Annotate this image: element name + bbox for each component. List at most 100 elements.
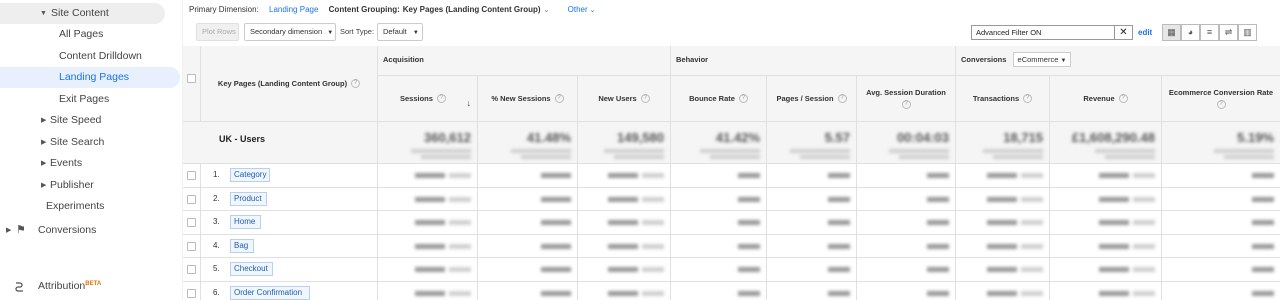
dimension-column-header[interactable]: Key Pages (Landing Content Group)? — [201, 46, 378, 122]
row-number: 2. — [213, 193, 220, 203]
sidebar-item-attribution[interactable]: AttributionBETA — [0, 276, 165, 297]
obscured-value — [738, 289, 760, 298]
obscured-value — [828, 289, 850, 298]
obscured-value — [828, 195, 850, 204]
row-dimension-link[interactable]: Checkout — [230, 262, 273, 276]
col-header-new-sessions[interactable]: % New Sessions? — [478, 76, 578, 122]
total-cell: 41.48% — [478, 122, 578, 164]
caret-down-icon: ▼ — [412, 30, 419, 36]
col-header-label: Ecommerce Conversion Rate — [1168, 88, 1274, 97]
row-checkbox[interactable] — [187, 288, 196, 298]
obscured-value — [541, 265, 571, 274]
metric-cell — [857, 234, 956, 258]
row-select-cell — [183, 164, 201, 188]
conversions-group-header: Conversions eCommerce ▼ — [956, 46, 1280, 76]
col-header-transactions[interactable]: Transactions? — [956, 76, 1050, 122]
obscured-value — [987, 242, 1043, 251]
col-header-revenue[interactable]: Revenue? — [1050, 76, 1162, 122]
table-row: 2. Product — [201, 187, 378, 211]
obscured-value — [415, 242, 471, 251]
col-header-label: Pages / Session — [776, 93, 834, 103]
sidebar-item-landing-pages[interactable]: Landing Pages — [0, 67, 180, 88]
sidebar-item-site-content[interactable]: ▼ Site Content — [0, 3, 165, 24]
help-icon[interactable]: ? — [1118, 94, 1128, 103]
sidebar-item-experiments[interactable]: Experiments — [0, 196, 165, 217]
row-checkbox[interactable] — [187, 194, 196, 204]
select-all-checkbox[interactable] — [187, 74, 196, 83]
clear-filter-icon[interactable]: ✕ — [1115, 25, 1133, 40]
row-checkbox[interactable] — [187, 265, 196, 274]
row-dimension-link[interactable]: Product — [230, 191, 267, 206]
sidebar-item-conversions[interactable]: ▶ ⚑ Conversions — [0, 220, 165, 241]
metric-cell — [767, 211, 857, 235]
obscured-value — [1099, 195, 1155, 204]
help-icon[interactable]: ? — [554, 94, 564, 103]
help-icon[interactable]: ? — [351, 79, 361, 88]
sidebar-item-all-pages[interactable]: All Pages — [0, 24, 165, 45]
content-grouping[interactable]: Content Grouping: Key Pages (Landing Cont… — [329, 5, 558, 14]
col-header-label: % New Sessions — [491, 93, 551, 103]
pie-view-icon[interactable]: ◕ — [1181, 24, 1200, 41]
sidebar-item-events[interactable]: ▶ Events — [0, 153, 165, 174]
advanced-filter-field[interactable]: Advanced Filter ON — [971, 25, 1115, 40]
obscured-value — [1252, 289, 1274, 298]
help-icon[interactable]: ? — [1216, 100, 1226, 109]
metric-cell — [671, 164, 767, 188]
help-icon[interactable]: ? — [901, 100, 911, 109]
sidebar-item-publisher[interactable]: ▶ Publisher — [0, 175, 165, 196]
row-dimension-link[interactable]: Home — [230, 215, 261, 229]
col-header-new-users[interactable]: New Users? — [578, 76, 671, 122]
conversions-group-label: Conversions — [961, 55, 1007, 64]
sidebar-item-exit-pages[interactable]: Exit Pages — [0, 89, 165, 110]
sidebar-item-content-drilldown[interactable]: Content Drilldown — [0, 46, 165, 67]
other-dimension-dropdown[interactable]: Other ⌄ — [568, 5, 604, 14]
row-dimension-link[interactable]: Category — [230, 168, 271, 182]
row-dimension-link[interactable]: Bag — [230, 238, 254, 253]
col-header-avg-session-duration[interactable]: Avg. Session Duration? — [857, 76, 956, 122]
content-grouping-value: Key Pages (Landing Content Group) — [402, 5, 541, 14]
total-value: 41.48% — [526, 130, 571, 145]
metric-cell — [1162, 187, 1280, 211]
col-header-ecommerce-conversion-rate[interactable]: Ecommerce Conversion Rate? — [1162, 76, 1280, 122]
performance-view-icon[interactable]: ≡ — [1200, 24, 1219, 41]
col-header-label: Transactions — [972, 93, 1020, 103]
metric-cell — [671, 258, 767, 282]
help-icon[interactable]: ? — [436, 94, 446, 103]
help-icon[interactable]: ? — [837, 94, 847, 103]
caret-right-icon: ▶ — [41, 182, 47, 189]
sort-type-dropdown[interactable]: Default ▼ — [377, 23, 423, 41]
sidebar-item-label: Events — [50, 157, 83, 169]
caret-down-icon: ▼ — [327, 30, 334, 36]
comparison-view-icon[interactable]: ⇌ — [1219, 24, 1238, 41]
obscured-value — [927, 289, 949, 298]
help-icon[interactable]: ? — [1023, 94, 1033, 103]
edit-filter-link[interactable]: edit — [1138, 25, 1152, 40]
row-checkbox[interactable] — [187, 171, 196, 180]
help-icon[interactable]: ? — [738, 94, 748, 103]
obscured-value — [738, 195, 760, 204]
metric-cell — [378, 234, 478, 258]
col-header-pages-session[interactable]: Pages / Session? — [767, 76, 857, 122]
col-header-bounce-rate[interactable]: Bounce Rate? — [671, 76, 767, 122]
total-cell: £1,608,290.48 — [1050, 122, 1162, 164]
obscured-value — [927, 171, 949, 180]
sidebar-item-site-speed[interactable]: ▶ Site Speed — [0, 110, 165, 131]
secondary-dimension-dropdown[interactable]: Secondary dimension ▼ — [244, 23, 336, 41]
help-icon[interactable]: ? — [640, 94, 650, 103]
row-select-cell — [183, 234, 201, 258]
conversions-type-dropdown[interactable]: eCommerce ▼ — [1012, 52, 1072, 67]
col-header-sessions[interactable]: Sessions? ↓ — [378, 76, 478, 122]
caret-right-icon: ▶ — [41, 139, 47, 146]
primary-dimension-landing-page[interactable]: Landing Page — [269, 5, 318, 14]
pivot-view-icon[interactable]: ▥ — [1238, 24, 1257, 41]
row-dimension-link[interactable]: Order Confirmation — [230, 285, 310, 300]
obscured-value — [608, 218, 664, 227]
metric-cell — [478, 234, 578, 258]
metric-cell — [1050, 258, 1162, 282]
row-checkbox[interactable] — [187, 241, 196, 251]
table-view-icon[interactable]: ▦ — [1162, 24, 1181, 41]
sidebar-item-site-search[interactable]: ▶ Site Search — [0, 132, 165, 153]
total-value: 41.42% — [715, 130, 760, 145]
row-checkbox[interactable] — [187, 218, 196, 227]
plot-rows-button[interactable]: Plot Rows — [196, 23, 239, 41]
